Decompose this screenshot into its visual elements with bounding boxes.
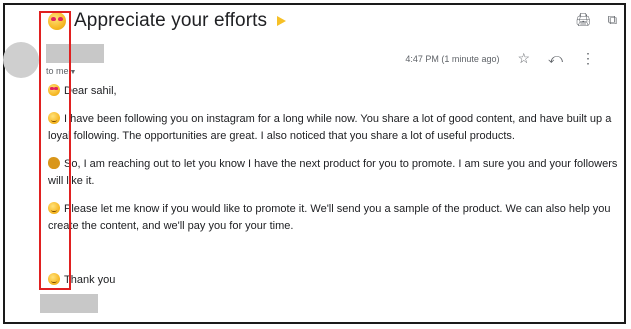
paragraph-text: Please let me know if you would like to … xyxy=(48,203,611,232)
more-vertical-icon[interactable]: ⋮ xyxy=(581,50,595,67)
greeting-line: Dear sahil, xyxy=(48,83,618,100)
print-icon[interactable]: 🖨 xyxy=(575,12,592,28)
paragraph-text: I have been following you on instagram f… xyxy=(48,113,612,142)
email-subject: Appreciate your efforts xyxy=(74,10,268,31)
important-marker-icon[interactable] xyxy=(277,16,287,26)
paragraph-1: I have been following you on instagram f… xyxy=(48,111,618,144)
paragraph-3: Please let me know if you would like to … xyxy=(48,201,618,234)
subject-row: Appreciate your efforts xyxy=(48,8,287,34)
emoji-highlight-box xyxy=(39,11,71,290)
timestamp: 4:47 PM (1 minute ago) xyxy=(405,53,500,64)
sender-avatar[interactable] xyxy=(3,42,39,78)
reply-icon[interactable]: ⤺ xyxy=(548,50,563,67)
top-actions: 🖨 ⧉ xyxy=(575,12,617,28)
paragraph-text: So, I am reaching out to let you know I … xyxy=(48,158,618,187)
message-meta: 4:47 PM (1 minute ago) ☆ ⤺ ⋮ xyxy=(405,50,595,67)
closing: Thank you xyxy=(64,274,116,286)
closing-line: Thank you xyxy=(48,272,618,289)
open-in-new-window-icon[interactable]: ⧉ xyxy=(608,12,617,28)
signature-redacted xyxy=(40,294,98,313)
paragraph-2: So, I am reaching out to let you know I … xyxy=(48,156,618,189)
greeting: Dear sahil, xyxy=(64,85,117,97)
star-icon[interactable]: ☆ xyxy=(517,50,530,67)
